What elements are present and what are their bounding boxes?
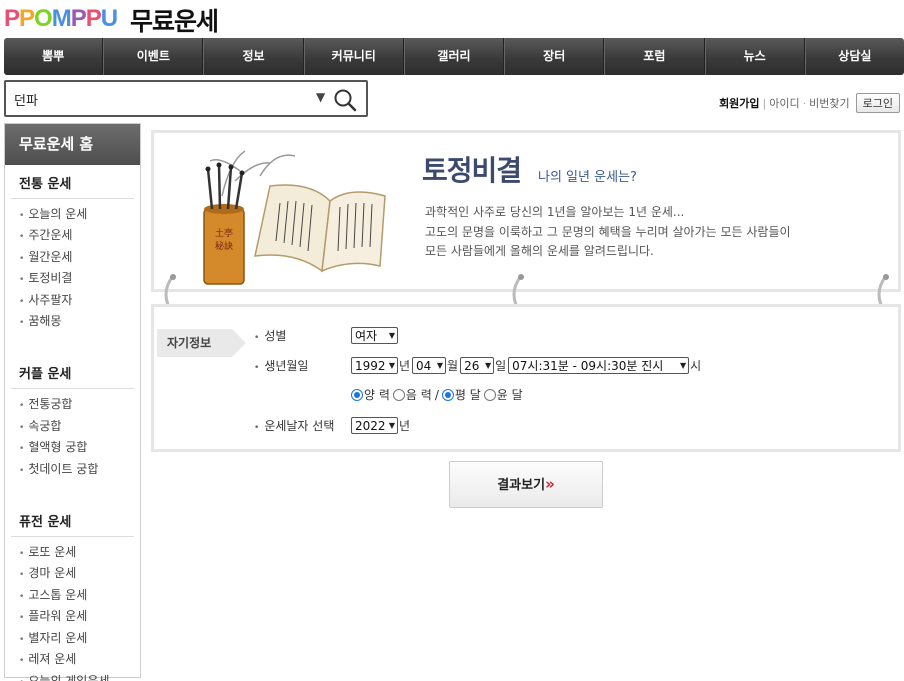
chevron-down-icon: ▼ — [436, 361, 444, 370]
site-title: 무료운세 — [130, 7, 219, 36]
login-button[interactable]: 로그인 — [855, 93, 900, 113]
divider: | — [762, 96, 767, 110]
seal-text: 土亭 — [215, 227, 233, 239]
solar-radio[interactable] — [351, 388, 363, 401]
sidebar-item-tojeong[interactable]: 토정비결 — [11, 269, 134, 290]
main-nav: 뽐뿌 이벤트 정보 커뮤니티 갤러리 장터 포럼 뉴스 상담실 — [4, 38, 904, 75]
sidebar-item-dream[interactable]: 꿈해몽 — [11, 312, 134, 333]
banner-description: 과학적인 사주로 당신의 1년을 알아보는 1년 운세... 고도의 문명을 이… — [425, 205, 791, 258]
sidebar-item-traditional-match[interactable]: 전통궁합 — [11, 395, 134, 416]
month-select[interactable]: 04 ▼ — [412, 357, 447, 374]
svg-text:秘訣: 秘訣 — [215, 240, 233, 252]
view-result-button[interactable]: 결과보기» — [449, 461, 603, 508]
gender-label: 성별 — [254, 327, 351, 344]
search-dropdown-icon[interactable]: ▼ — [316, 90, 325, 104]
sidebar-item-leisure[interactable]: 레져 운세 — [11, 650, 134, 671]
chevron-down-icon: ▼ — [388, 361, 395, 370]
sidebar-item-gostop[interactable]: 고스톱 운세 — [11, 586, 134, 607]
nav-item-ppomppu[interactable]: 뽐뿌 — [4, 38, 104, 75]
day-select[interactable]: 26 ▼ — [460, 357, 495, 374]
sidebar-section-traditional: 전통 운세 오늘의 운세 주간운세 월간운세 토정비결 사주팔자 꿈해몽 — [11, 165, 134, 333]
sidebar-item-horse[interactable]: 경마 운세 — [11, 564, 134, 585]
double-arrow-icon: » — [545, 475, 555, 493]
self-info-form: 자기정보 성별 여자▼ 생년월일 1992▼ 년 04▼ 월 26▼ 일 07시… — [151, 304, 901, 452]
find-pw-link[interactable]: 비번찾기 — [809, 95, 849, 111]
chevron-down-icon: ▼ — [388, 331, 395, 340]
year-select[interactable]: 1992 ▼ — [351, 357, 398, 374]
section-tag: 자기정보 — [157, 329, 246, 357]
nav-item-event[interactable]: 이벤트 — [103, 38, 204, 75]
search-box: ▼ — [4, 80, 368, 117]
calendar-row: 양 력 음 력 / 평 달 윤 달 — [351, 386, 523, 403]
birth-row: 생년월일 1992▼ 년 04▼ 월 26▼ 일 07시:31분 - 09시:3… — [254, 357, 703, 374]
sidebar-item-zodiac[interactable]: 별자리 운세 — [11, 629, 134, 650]
fortune-year-row: 운세날자 선택 2022▼ 년 — [254, 417, 412, 434]
sidebar-item-blood-match[interactable]: 혈액형 궁합 — [11, 438, 134, 459]
nav-item-news[interactable]: 뉴스 — [704, 38, 805, 75]
join-link[interactable]: 회원가입 — [719, 95, 759, 111]
time-select[interactable]: 07시:31분 - 09시:30분 진시 ▼ — [508, 357, 690, 374]
search-icon[interactable] — [332, 87, 358, 113]
sidebar-section-fusion: 퓨전 운세 로또 운세 경마 운세 고스톱 운세 플라워 운세 별자리 운세 레… — [11, 503, 134, 681]
search-input[interactable] — [14, 90, 304, 108]
gender-select[interactable]: 여자 ▼ — [351, 327, 398, 344]
ppomppu-logo[interactable]: PPOMPPU — [4, 4, 118, 34]
nav-item-forum[interactable]: 포럼 — [604, 38, 705, 75]
sidebar-item-saju[interactable]: 사주팔자 — [11, 291, 134, 312]
gender-row: 성별 여자▼ — [254, 327, 398, 344]
banner-subtitle: 나의 일년 운세는? — [538, 170, 637, 185]
sidebar-section-couple: 커플 운세 전통궁합 속궁합 혈액형 궁합 첫데이트 궁합 — [11, 355, 134, 481]
chevron-down-icon: ▼ — [388, 421, 395, 430]
lunar-radio[interactable] — [392, 388, 405, 401]
sidebar-item-inner-match[interactable]: 속궁합 — [11, 417, 134, 438]
find-id-link[interactable]: 아이디 — [769, 95, 799, 111]
sidebar-item-flower[interactable]: 플라워 운세 — [11, 607, 134, 628]
nav-item-counsel[interactable]: 상담실 — [804, 38, 904, 75]
nav-item-info[interactable]: 정보 — [203, 38, 304, 75]
nav-item-market[interactable]: 장터 — [504, 38, 605, 75]
sidebar-item-weekly[interactable]: 주간운세 — [11, 226, 134, 247]
tojeong-banner: 土亭 秘訣 토정비결 나의 일년 운세는? 과학적인 사주로 당신의 1년을 알… — [151, 130, 901, 292]
fortune-year-select[interactable]: 2022 ▼ — [351, 417, 398, 434]
birth-label: 생년월일 — [254, 357, 351, 374]
normal-month-radio[interactable] — [441, 388, 454, 401]
logo-text: PPOMPPU — [4, 5, 118, 32]
sidebar-home[interactable]: 무료운세 홈 — [5, 124, 140, 165]
sidebar-item-monthly[interactable]: 월간운세 — [11, 248, 134, 269]
nav-item-community[interactable]: 커뮤니티 — [303, 38, 404, 75]
chevron-down-icon: ▼ — [484, 361, 492, 370]
divider: · — [802, 96, 807, 110]
sidebar-item-first-date[interactable]: 첫데이트 궁합 — [11, 460, 134, 481]
sidebar-item-lotto[interactable]: 로또 운세 — [11, 543, 134, 564]
sidebar: 무료운세 홈 전통 운세 오늘의 운세 주간운세 월간운세 토정비결 사주팔자 … — [4, 123, 141, 681]
banner-title: 토정비결 — [422, 154, 522, 187]
sidebar-item-today[interactable]: 오늘의 운세 — [11, 205, 134, 226]
book-and-brush-illustration: 土亭 秘訣 — [203, 150, 386, 285]
nav-item-gallery[interactable]: 갤러리 — [403, 38, 505, 75]
sidebar-section-title: 전통 운세 — [11, 165, 134, 199]
member-links: 회원가입 | 아이디 · 비번찾기 로그인 — [719, 93, 900, 113]
fortune-year-label: 운세날자 선택 — [254, 417, 351, 434]
sidebar-section-title: 퓨전 운세 — [11, 503, 134, 538]
leap-month-radio[interactable] — [483, 388, 496, 401]
sidebar-section-title: 커플 운세 — [11, 355, 134, 390]
sidebar-item-game[interactable]: 오늘의 게임운세 — [11, 672, 134, 681]
chevron-down-icon: ▼ — [679, 361, 687, 370]
